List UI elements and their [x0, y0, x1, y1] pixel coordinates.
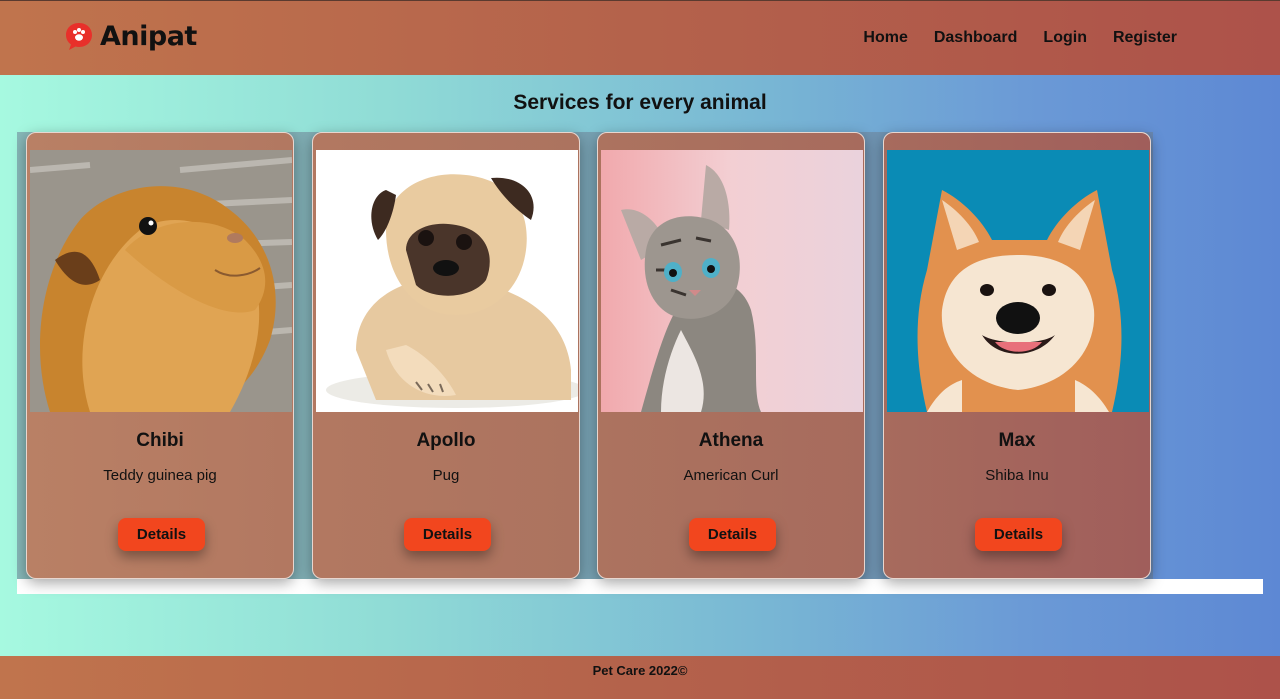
pet-breed: Teddy guinea pig — [103, 467, 217, 484]
shiba-inu-photo — [887, 150, 1149, 412]
details-button[interactable]: Details — [404, 518, 491, 551]
nav-login[interactable]: Login — [1043, 29, 1087, 47]
details-button[interactable]: Details — [689, 518, 776, 551]
pet-card-athena: Athena American Curl Details — [597, 132, 865, 579]
details-button[interactable]: Details — [975, 518, 1062, 551]
site-header: Anipat Home Dashboard Login Register — [0, 0, 1280, 75]
details-button[interactable]: Details — [118, 518, 205, 551]
page-title: Services for every animal — [513, 91, 767, 114]
brand-logo[interactable]: Anipat — [63, 20, 197, 52]
pet-breed: American Curl — [683, 467, 779, 484]
pet-name: Chibi — [136, 430, 184, 451]
footer-text: Pet Care 2022© — [592, 663, 688, 678]
pet-name: Athena — [698, 430, 764, 451]
guinea-pig-photo — [30, 150, 292, 412]
pug-photo — [316, 150, 578, 412]
pet-card-chibi: Chibi Teddy guinea pig Details — [26, 132, 294, 579]
pet-breed: Shiba Inu — [985, 467, 1049, 484]
site-footer: Pet Care 2022© — [0, 656, 1280, 699]
nav-register[interactable]: Register — [1113, 29, 1177, 47]
nav-dashboard[interactable]: Dashboard — [934, 29, 1018, 47]
pet-card-max: Max Shiba Inu Details — [883, 132, 1151, 579]
kitten-photo — [601, 150, 863, 412]
pet-breed: Pug — [432, 467, 460, 484]
pet-name: Max — [998, 430, 1036, 451]
nav-home[interactable]: Home — [863, 29, 907, 47]
brand-name: Anipat — [100, 20, 197, 52]
paw-chat-bubble-icon — [63, 20, 95, 52]
main-nav: Home Dashboard Login Register — [863, 29, 1177, 47]
pet-name: Apollo — [416, 430, 476, 451]
pet-card-apollo: Apollo Pug Details — [312, 132, 580, 579]
section-divider — [17, 579, 1263, 594]
